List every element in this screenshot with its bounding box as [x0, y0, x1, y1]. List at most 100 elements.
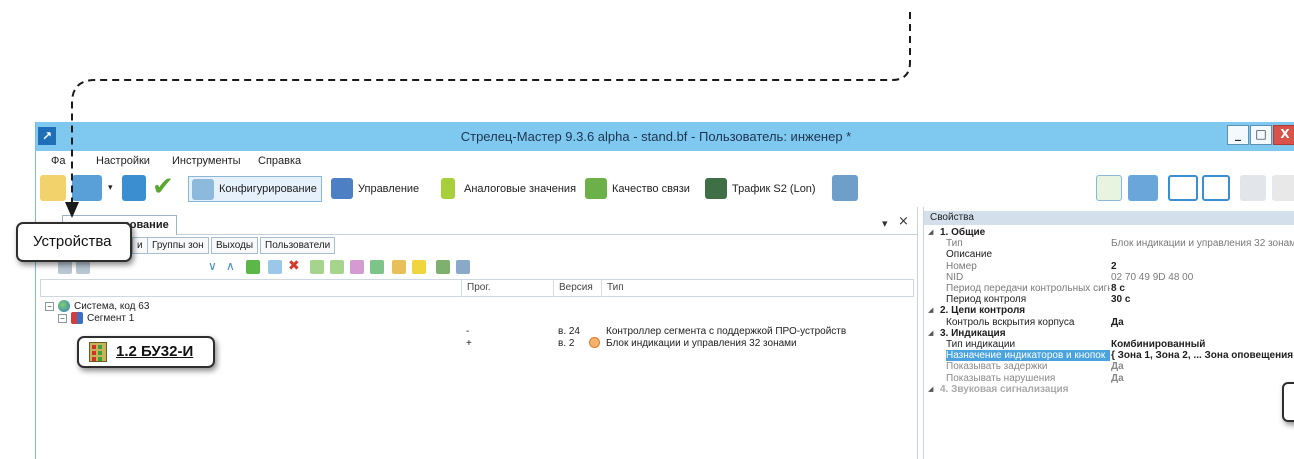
tree-tool-icon[interactable] [310, 260, 324, 274]
dropdown-arrow-icon[interactable]: ▾ [108, 183, 118, 193]
property-row[interactable]: Тип индикации Комбинированный [924, 339, 1294, 350]
add-icon[interactable] [246, 260, 260, 274]
segment-icon [71, 312, 83, 324]
extra-tool-icon[interactable] [1272, 175, 1294, 201]
split-horizontal-icon[interactable] [1168, 175, 1198, 201]
expand-triangle-icon[interactable]: ◢ [928, 227, 933, 238]
pane-menu-icon[interactable]: ▾ [882, 217, 888, 230]
windows-icon[interactable] [1128, 175, 1158, 201]
property-value: 8 с [1111, 283, 1125, 294]
property-row[interactable]: Описание [924, 249, 1294, 260]
property-row[interactable]: Назначение индикаторов и кнопок{ Зона 1,… [924, 350, 1294, 362]
cell-version: в. 2 [558, 338, 575, 349]
callout-ellipsis-button [1282, 382, 1294, 422]
sun-icon[interactable] [412, 260, 426, 274]
property-row[interactable]: NID 02 70 49 9D 48 00 [924, 272, 1294, 283]
new-file-icon[interactable] [40, 175, 66, 201]
property-row[interactable]: Показывать задержки Да [924, 361, 1294, 372]
tree-tool-icon[interactable] [456, 260, 470, 274]
checkmark-icon[interactable]: ✔ [152, 174, 176, 201]
property-row[interactable]: Период контроля 30 с [924, 294, 1294, 305]
tab-users[interactable]: Пользователи [260, 237, 336, 254]
property-row[interactable]: Номер 2 [924, 261, 1294, 272]
close-button[interactable]: X [1273, 125, 1294, 145]
pane-close-icon[interactable]: × [898, 214, 909, 229]
tree-row-segment[interactable]: − Сегмент 1 [36, 312, 918, 325]
tree-tool-icon[interactable] [392, 260, 406, 274]
title-bar[interactable]: ↗ Стрелец-Мастер 9.3.6 alpha - stand.bf … [36, 122, 1294, 151]
expand-triangle-icon[interactable]: ◢ [928, 305, 933, 316]
mode-control-button[interactable]: Управление [328, 176, 423, 202]
collapse-icon[interactable]: − [45, 302, 54, 311]
collapse-icon[interactable]: − [58, 314, 67, 323]
property-row[interactable]: Контроль вскрытия корпуса Да [924, 317, 1294, 328]
menu-tools[interactable]: Инструменты [172, 155, 241, 167]
tree-label-segment: Сегмент 1 [87, 313, 135, 324]
property-value: Комбинированный [1111, 339, 1206, 350]
property-category[interactable]: 4. Звуковая сигнализация ◢ [924, 384, 1294, 395]
tree-tool-icon[interactable] [58, 260, 72, 274]
expand-triangle-icon[interactable]: ◢ [928, 328, 933, 339]
mode-analog-label: Аналоговые значения [464, 183, 577, 195]
mode-traffic-button[interactable]: Трафик S2 (Lon) [702, 176, 820, 202]
mode-link-quality-label: Качество связи [612, 183, 690, 195]
menu-settings[interactable]: Настройки [96, 155, 150, 167]
property-row[interactable]: Показывать нарушения Да [924, 373, 1294, 384]
window-title: Стрелец-Мастер 9.3.6 alpha - stand.bf - … [460, 129, 852, 144]
battery-icon [441, 178, 455, 199]
property-value: Блок индикации и управления 32 зонами [1111, 238, 1294, 250]
menu-file[interactable]: Фа [51, 155, 65, 167]
refresh-icon[interactable] [1096, 175, 1122, 201]
property-category[interactable]: 3. Индикация ◢ [924, 328, 1294, 339]
column-divider [461, 280, 462, 297]
mode-configure-button[interactable]: Конфигурирование [188, 176, 322, 202]
maximize-button[interactable]: □ [1250, 125, 1272, 145]
menu-help[interactable]: Справка [258, 155, 301, 167]
mode-link-quality-button[interactable]: Качество связи [582, 176, 694, 202]
tab-zone-groups[interactable]: Группы зон [147, 237, 209, 254]
column-header-type[interactable]: Тип [607, 282, 624, 293]
run-script-icon[interactable] [832, 175, 858, 201]
tree-tool-icon[interactable] [370, 260, 384, 274]
tab-zones[interactable]: и [132, 237, 148, 254]
copy-icon[interactable] [268, 260, 282, 274]
split-vertical-icon[interactable] [1202, 175, 1230, 201]
property-category[interactable]: 1. Общие ◢ [924, 227, 1294, 238]
expand-triangle-icon[interactable]: ◢ [928, 384, 933, 395]
mode-analog-button[interactable]: Аналоговые значения [434, 176, 580, 202]
column-header-prog[interactable]: Прог. [467, 282, 491, 293]
cell-type: Блок индикации и управления 32 зонами [606, 338, 797, 349]
move-up-icon[interactable]: ∧ [226, 260, 240, 274]
save-icon[interactable] [122, 175, 146, 201]
minimize-button[interactable]: _ [1227, 125, 1249, 145]
move-down-icon[interactable]: ∨ [208, 260, 222, 274]
tree-tool-icon[interactable] [76, 260, 90, 274]
properties-pane: Свойства 1. Общие ◢ Тип Блок индикации и уп… [923, 207, 1294, 459]
property-value: 2 [1111, 260, 1117, 272]
property-category-label: 1. Общие [940, 227, 986, 238]
grid-header: Прог. Версия Тип [40, 279, 914, 297]
property-row[interactable]: Период передачи контрольных сигналов8 с [924, 283, 1294, 294]
tree-tool-icon[interactable] [436, 260, 450, 274]
property-value: 02 70 49 9D 48 00 [1111, 271, 1194, 283]
globe-icon [58, 300, 70, 312]
tree-tool-icon[interactable] [330, 260, 344, 274]
property-row[interactable]: Тип Блок индикации и управления 32 зонами [924, 238, 1294, 249]
delete-icon[interactable]: ✖ [288, 259, 302, 274]
property-value: Да [1111, 361, 1124, 373]
property-key: Период передачи контрольных сигналов [946, 283, 1110, 294]
tree-toolbar: ∨ ∧ ✖ [36, 257, 918, 277]
property-category[interactable]: 2. Цепи контроля ◢ [924, 305, 1294, 316]
sound-icon[interactable] [1240, 175, 1266, 201]
property-value[interactable]: { Зона 1, Зона 2, ... Зона оповещения } [1111, 350, 1294, 361]
eraser-icon[interactable] [350, 260, 364, 274]
column-header-version[interactable]: Версия [559, 282, 593, 293]
property-value: 30 с [1111, 294, 1131, 306]
property-value: Да [1111, 372, 1124, 384]
open-folder-icon[interactable] [72, 175, 102, 201]
app-window: ↗ Стрелец-Мастер 9.3.6 alpha - stand.bf … [35, 122, 1294, 459]
tab-outputs[interactable]: Выходы [211, 237, 259, 254]
status-icon [589, 337, 600, 348]
property-category-label: 4. Звуковая сигнализация [940, 383, 1069, 395]
property-key: NID [946, 271, 964, 283]
